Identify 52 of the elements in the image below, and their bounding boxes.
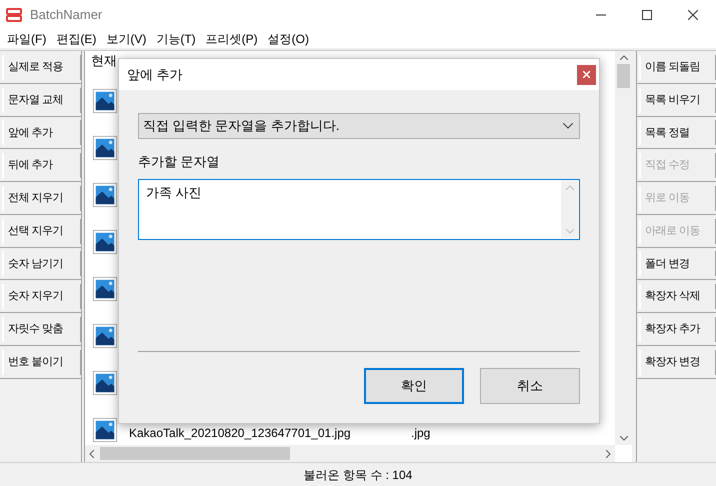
side-button[interactable]: 전체 지우기	[2, 186, 81, 211]
side-button[interactable]: 폴더 변경	[639, 251, 716, 276]
image-icon	[93, 136, 117, 160]
side-button[interactable]: 뒤에 추가	[2, 153, 81, 178]
scroll-up-icon[interactable]	[620, 55, 628, 60]
menu-item[interactable]: 파일(F)	[2, 30, 52, 48]
scroll-left-icon[interactable]	[89, 450, 94, 458]
table-cell-text: .jpg	[411, 425, 430, 442]
side-button[interactable]: 확장자 변경	[639, 350, 716, 374]
side-button[interactable]: 앞에 추가	[2, 120, 81, 146]
close-button[interactable]	[577, 64, 596, 84]
side-button[interactable]: 번호 붙이기	[2, 350, 81, 374]
side-button[interactable]: 문자열 교체	[2, 88, 81, 112]
image-icon	[93, 230, 117, 254]
close-icon	[583, 71, 590, 78]
menu-item[interactable]: 프리셋(P)	[200, 30, 263, 48]
side-button[interactable]: 확장자 삭제	[639, 284, 716, 309]
chevron-down-icon	[563, 123, 573, 129]
scroll-right-icon[interactable]	[606, 450, 611, 458]
field-label: 추가할 문자열	[138, 153, 221, 171]
horizontal-scrollbar[interactable]	[85, 445, 615, 462]
dialog-button[interactable]: 확인	[364, 368, 464, 404]
mode-dropdown[interactable]: 직접 입력한 문자열을 추가합니다.	[138, 113, 580, 139]
side-button[interactable]: 목록 정렬	[639, 120, 716, 146]
table-cell-text: KakaoTalk_20210820_123647701_01.jpg	[129, 425, 352, 442]
scrollbar-thumb[interactable]	[100, 447, 290, 460]
side-button[interactable]: 이름 되돌림	[639, 54, 716, 80]
menu-item[interactable]: 설정(O)	[262, 30, 314, 48]
side-button[interactable]: 실제로 적용	[2, 54, 81, 80]
dialog-button[interactable]: 취소	[480, 368, 580, 404]
menu-item[interactable]: 보기(V)	[101, 30, 152, 48]
image-icon	[93, 277, 117, 301]
scrollbar-thumb[interactable]	[617, 64, 630, 88]
side-button[interactable]: 자릿수 맞춤	[2, 316, 81, 342]
image-icon	[93, 418, 117, 442]
side-button[interactable]: 목록 비우기	[639, 88, 716, 112]
menu-item[interactable]: 기능(T)	[151, 30, 201, 48]
side-button[interactable]: 선택 지우기	[2, 218, 81, 244]
scroll-down-icon[interactable]	[620, 436, 628, 441]
side-button[interactable]: 숫자 남기기	[2, 251, 81, 276]
image-icon	[93, 324, 117, 348]
vertical-scrollbar[interactable]	[615, 51, 632, 445]
app-logo-icon	[6, 8, 22, 22]
side-button[interactable]: 확장자 추가	[639, 316, 716, 342]
menu-item[interactable]: 편집(E)	[51, 30, 102, 48]
image-icon	[93, 89, 117, 113]
image-icon	[93, 183, 117, 207]
side-button[interactable]: 숫자 지우기	[2, 284, 81, 309]
image-icon	[93, 371, 117, 395]
status-text: 불러온 항목 수 : 104	[304, 466, 412, 484]
dialog-title: 앞에 추가	[127, 66, 183, 84]
window-title: BatchNamer	[30, 6, 102, 24]
